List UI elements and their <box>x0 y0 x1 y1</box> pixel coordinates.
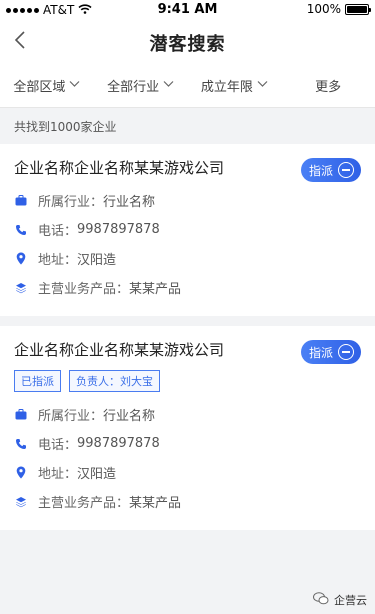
phone-icon <box>14 437 28 451</box>
detail-value: 9987897878 <box>77 222 160 237</box>
filter-years[interactable]: 成立年限 <box>188 76 282 95</box>
filter-label: 更多 <box>315 80 342 95</box>
filter-label: 全部行业 <box>107 80 160 95</box>
battery-percent: 100% <box>306 2 341 16</box>
detail-row-products: 主营业务产品： 某某产品 <box>14 273 361 302</box>
chevron-down-icon <box>69 78 80 93</box>
filter-label: 成立年限 <box>200 80 253 95</box>
detail-value: 某某产品 <box>129 496 182 511</box>
assign-label: 指派 <box>309 345 334 360</box>
detail-value: 某某产品 <box>129 282 182 297</box>
detail-row-products: 主营业务产品： 某某产品 <box>14 487 361 516</box>
status-bar: AT&T 9:41 AM 100% <box>0 0 375 20</box>
page-title: 潜客搜索 <box>149 34 226 55</box>
detail-value: 9987897878 <box>77 436 160 451</box>
detail-row-phone: 电话： 9987897878 <box>14 215 361 244</box>
detail-row-address: 地址： 汉阳造 <box>14 244 361 273</box>
detail-row-industry: 所属行业： 行业名称 <box>14 186 361 215</box>
tag-list: 已指派 负责人：刘大宝 <box>14 370 361 392</box>
detail-value: 行业名称 <box>103 195 156 210</box>
company-card[interactable]: 企业名称企业名称某某游戏公司 指派 已指派 负责人：刘大宝 所属行业： 行业名称… <box>0 326 375 530</box>
detail-label: 所属行业： <box>38 409 104 424</box>
nav-bar: 潜客搜索 <box>0 20 375 64</box>
layers-icon <box>14 495 28 509</box>
detail-value: 行业名称 <box>103 409 156 424</box>
owner-tag: 负责人：刘大宝 <box>69 370 160 392</box>
briefcase-icon <box>14 408 28 422</box>
filter-label: 全部区域 <box>13 80 66 95</box>
detail-value: 汉阳造 <box>77 253 117 268</box>
phone-icon <box>14 223 28 237</box>
filter-bar: 全部区域 全部行业 成立年限 更多 <box>0 64 375 108</box>
battery-icon <box>345 3 371 15</box>
filter-region[interactable]: 全部区域 <box>0 76 94 95</box>
assign-label: 指派 <box>309 163 334 178</box>
detail-label: 电话： <box>38 224 78 239</box>
status-right: 100% <box>306 2 371 16</box>
result-count: 共找到1000家企业 <box>14 119 117 134</box>
detail-value: 汉阳造 <box>77 467 117 482</box>
detail-label: 地址： <box>38 253 78 268</box>
chevron-down-icon <box>257 78 268 93</box>
company-details: 所属行业： 行业名称 电话： 9987897878 地址： 汉阳造 主营业务产品… <box>14 400 361 516</box>
detail-row-industry: 所属行业： 行业名称 <box>14 400 361 429</box>
detail-label: 电话： <box>38 438 78 453</box>
assign-button[interactable]: 指派 <box>301 340 361 364</box>
layers-icon <box>14 281 28 295</box>
detail-row-address: 地址： 汉阳造 <box>14 458 361 487</box>
minus-circle-icon <box>338 162 355 178</box>
watermark-label: 企营云 <box>334 594 367 607</box>
location-pin-icon <box>14 466 28 480</box>
briefcase-icon <box>14 194 28 208</box>
filter-more[interactable]: 更多 <box>281 76 375 95</box>
detail-row-phone: 电话： 9987897878 <box>14 429 361 458</box>
minus-circle-icon <box>338 344 355 360</box>
detail-label: 主营业务产品： <box>38 282 130 297</box>
chevron-down-icon <box>163 78 174 93</box>
company-details: 所属行业： 行业名称 电话： 9987897878 地址： 汉阳造 主营业务产品… <box>14 186 361 302</box>
detail-label: 主营业务产品： <box>38 496 130 511</box>
detail-label: 地址： <box>38 467 78 482</box>
assign-button[interactable]: 指派 <box>301 158 361 182</box>
assigned-tag: 已指派 <box>14 370 61 392</box>
company-card[interactable]: 企业名称企业名称某某游戏公司 指派 所属行业： 行业名称 电话： 9987897… <box>0 144 375 316</box>
detail-label: 所属行业： <box>38 195 104 210</box>
filter-industry[interactable]: 全部行业 <box>94 76 188 95</box>
wechat-icon <box>313 592 329 608</box>
location-pin-icon <box>14 252 28 266</box>
watermark: 企营云 <box>313 592 367 608</box>
